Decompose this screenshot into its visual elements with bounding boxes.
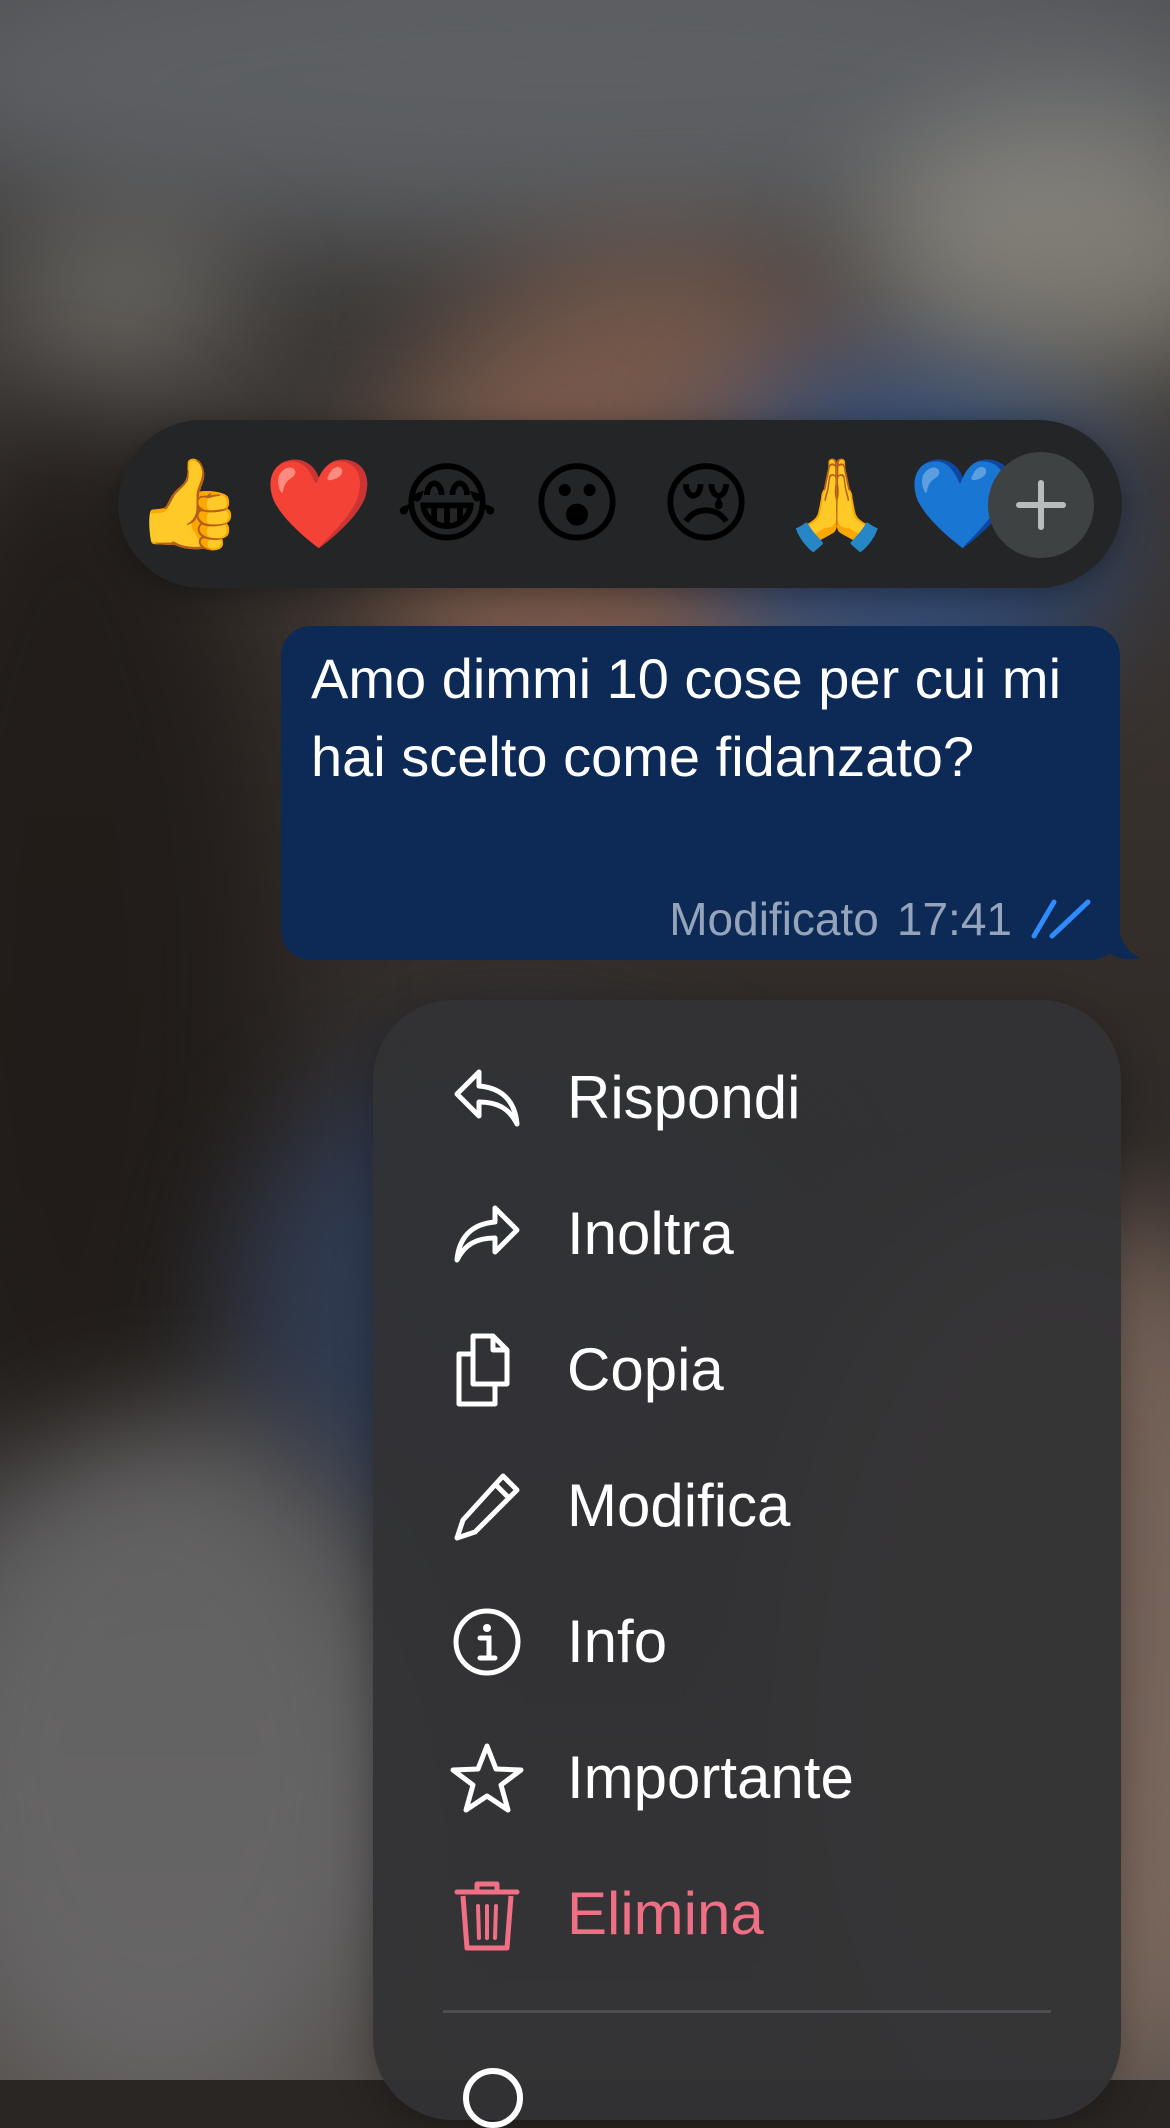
trash-icon	[454, 1881, 520, 1951]
reaction-surprised[interactable]: 😮	[523, 450, 631, 558]
menu-item-star[interactable]: Importante	[373, 1718, 1121, 1838]
edited-label: Modificato	[669, 893, 879, 945]
menu-label-copy: Copia	[567, 1336, 724, 1403]
menu-label-info: Info	[567, 1608, 668, 1675]
reaction-bar: 👍 ❤️ 😂 😮 😢 🙏 💙	[118, 420, 1122, 588]
menu-item-reply[interactable]: Rispondi	[373, 1038, 1121, 1158]
bubble-tail	[1100, 916, 1140, 960]
message-meta: Modificato 17:41	[669, 892, 1092, 946]
pencil-icon	[454, 1473, 520, 1541]
message-bubble[interactable]: Amo dimmi 10 cose per cui mi hai scelto …	[281, 626, 1120, 960]
menu-label-forward: Inoltra	[567, 1200, 734, 1267]
menu-label-delete: Elimina	[567, 1880, 764, 1947]
partial-menu-icon	[463, 2068, 523, 2128]
message-text: Amo dimmi 10 cose per cui mi hai scelto …	[311, 647, 1062, 788]
forward-icon	[454, 1205, 520, 1263]
context-menu: Rispondi Inoltra Copia Modifica Info Imp…	[373, 1000, 1121, 2128]
plus-icon	[1016, 480, 1066, 530]
menu-divider	[443, 2010, 1051, 2013]
info-icon	[453, 1608, 521, 1676]
copy-icon	[456, 1333, 510, 1407]
reaction-heart[interactable]: ❤️	[264, 450, 374, 558]
menu-item-copy[interactable]: Copia	[373, 1310, 1121, 1430]
menu-item-info[interactable]: Info	[373, 1582, 1121, 1702]
message-time: 17:41	[896, 893, 1012, 945]
star-icon	[450, 1743, 524, 1813]
reaction-thumbs-up[interactable]: 👍	[134, 450, 244, 558]
reaction-laughing[interactable]: 😂	[393, 450, 501, 558]
menu-label-edit: Modifica	[567, 1472, 791, 1539]
reply-icon	[454, 1069, 520, 1127]
menu-item-forward[interactable]: Inoltra	[373, 1174, 1121, 1294]
menu-item-delete[interactable]: Elimina	[373, 1854, 1121, 1974]
menu-label-reply: Rispondi	[567, 1064, 801, 1131]
double-check-icon	[1031, 899, 1091, 939]
reaction-praying[interactable]: 🙏	[782, 450, 892, 558]
reaction-crying[interactable]: 😢	[652, 450, 760, 558]
menu-label-star: Importante	[567, 1744, 854, 1811]
more-reactions-button[interactable]	[988, 452, 1094, 558]
menu-item-edit[interactable]: Modifica	[373, 1446, 1121, 1566]
